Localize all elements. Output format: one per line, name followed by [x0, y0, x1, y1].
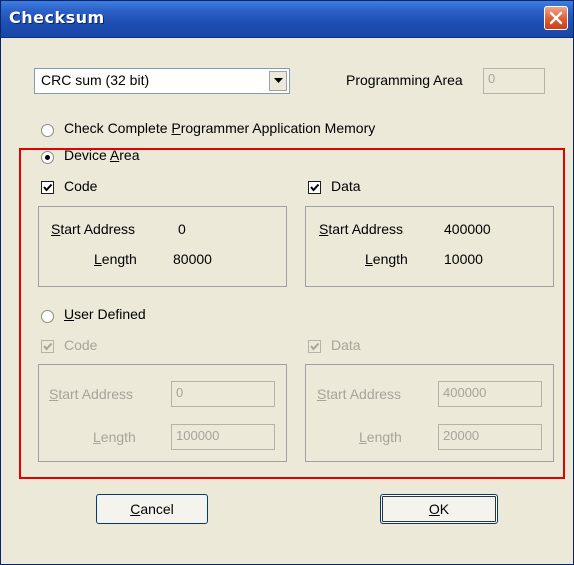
checkmark-icon	[310, 342, 320, 351]
checksum-type-select[interactable]: CRC sum (32 bit)	[34, 68, 290, 94]
user-data-length-label: Length	[359, 429, 402, 445]
device-data-start-value: 400000	[444, 221, 491, 237]
user-data-checkbox[interactable]	[308, 340, 321, 353]
checksum-type-value: CRC sum (32 bit)	[41, 72, 150, 88]
user-code-length-field[interactable]: 100000	[171, 424, 275, 450]
device-code-label: Code	[64, 178, 98, 194]
user-code-checkbox[interactable]	[41, 340, 54, 353]
user-defined-label: User Defined	[64, 306, 146, 322]
title-bar[interactable]: Checksum	[1, 1, 573, 38]
user-data-label: Data	[331, 337, 361, 353]
device-code-length-value: 80000	[173, 251, 212, 267]
programming-area-field[interactable]: 0	[483, 68, 545, 94]
device-code-start-value: 0	[178, 221, 186, 237]
checkmark-icon	[43, 342, 53, 351]
cancel-button[interactable]: Cancel	[96, 494, 208, 524]
device-data-group	[305, 206, 554, 287]
check-complete-label: Check Complete Programmer Application Me…	[64, 120, 376, 136]
checkmark-icon	[310, 183, 320, 192]
device-data-length-label: Length	[365, 251, 408, 267]
device-area-label: Device Area	[64, 147, 140, 163]
device-data-length-value: 10000	[444, 251, 483, 267]
checkmark-icon	[43, 183, 53, 192]
chevron-down-icon	[274, 78, 283, 83]
check-complete-radio[interactable]	[41, 124, 54, 137]
checksum-dialog: Checksum CRC sum (32 bit) Programming Ar…	[0, 0, 574, 565]
device-code-checkbox[interactable]	[41, 181, 54, 194]
user-data-length-field[interactable]: 20000	[438, 424, 542, 450]
user-defined-radio[interactable]	[41, 310, 54, 323]
user-code-start-field[interactable]: 0	[171, 381, 275, 407]
window-title: Checksum	[9, 8, 105, 27]
device-code-length-label: Length	[94, 251, 137, 267]
programming-area-label: Programming Area	[346, 72, 463, 88]
close-button[interactable]	[544, 6, 568, 30]
dropdown-button[interactable]	[269, 71, 287, 91]
user-code-length-label: Length	[93, 429, 136, 445]
device-data-checkbox[interactable]	[308, 181, 321, 194]
user-data-start-field[interactable]: 400000	[438, 381, 542, 407]
device-data-label: Data	[331, 178, 361, 194]
device-code-start-label: Start Address	[51, 221, 136, 237]
device-code-group	[38, 206, 287, 287]
device-area-radio[interactable]	[41, 151, 54, 164]
ok-button[interactable]: OK	[380, 494, 498, 524]
user-data-start-label: Start Address	[317, 386, 402, 402]
user-code-start-label: Start Address	[49, 386, 134, 402]
close-icon	[549, 11, 563, 25]
device-data-start-label: Start Address	[319, 221, 404, 237]
user-code-label: Code	[64, 337, 98, 353]
